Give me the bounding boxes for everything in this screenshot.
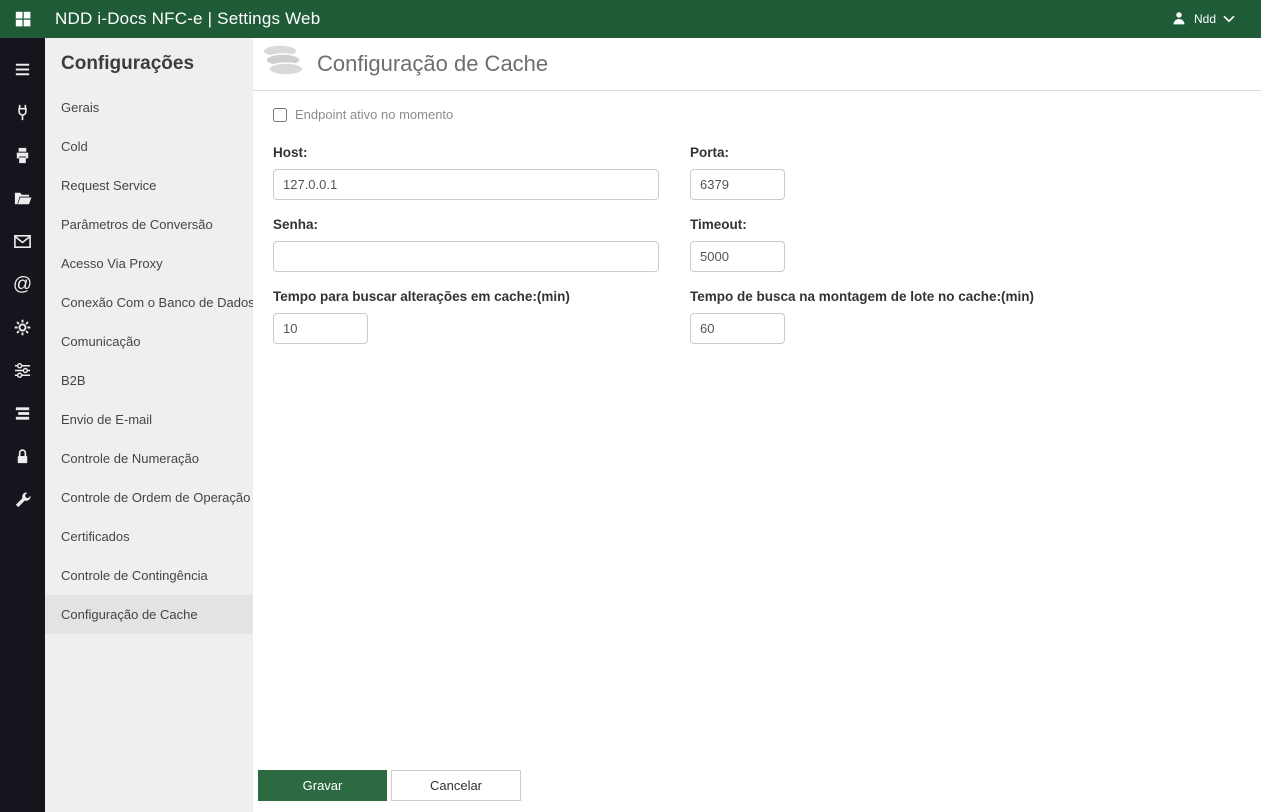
timeout-input[interactable] xyxy=(690,241,785,272)
wrench-icon[interactable] xyxy=(0,478,45,521)
user-name: Ndd xyxy=(1193,12,1216,26)
page-title: Configuração de Cache xyxy=(317,51,549,76)
cache-form: Host: Porta: Senha: Timeout: Tempo para … xyxy=(273,145,1261,361)
icon-rail: @ xyxy=(0,38,45,812)
form-content: Endpoint ativo no momento Host: Porta: S… xyxy=(253,91,1261,361)
tempo-busca-alteracoes-input[interactable] xyxy=(273,313,368,344)
porta-input[interactable] xyxy=(690,169,785,200)
menu-icon[interactable] xyxy=(0,48,45,91)
host-field-group: Host: xyxy=(273,145,690,200)
porta-field-group: Porta: xyxy=(690,145,1261,200)
app-grid-icon[interactable] xyxy=(0,10,45,28)
tempo-busca-alteracoes-field-group: Tempo para buscar alterações em cache:(m… xyxy=(273,289,690,344)
sidebar-item-envio-email[interactable]: Envio de E-mail xyxy=(45,400,253,439)
plug-icon[interactable] xyxy=(0,91,45,134)
endpoint-checkbox-label: Endpoint ativo no momento xyxy=(295,107,454,122)
senha-input[interactable] xyxy=(273,241,659,272)
tempo-busca-lote-field-group: Tempo de busca na montagem de lote no ca… xyxy=(690,289,1261,344)
chevron-down-icon xyxy=(1223,12,1235,26)
endpoint-checkbox-row: Endpoint ativo no momento xyxy=(273,107,1261,122)
tempo-busca-lote-label: Tempo de busca na montagem de lote no ca… xyxy=(690,289,1035,304)
sidebar-item-controle-numeracao[interactable]: Controle de Numeração xyxy=(45,439,253,478)
host-label: Host: xyxy=(273,145,308,160)
gear-icon[interactable] xyxy=(0,306,45,349)
sliders-icon[interactable] xyxy=(0,349,45,392)
main-panel: Configuração de Cache Endpoint ativo no … xyxy=(253,38,1261,812)
form-actions: Gravar Cancelar xyxy=(258,770,521,801)
porta-label: Porta: xyxy=(690,145,730,160)
user-icon xyxy=(1171,10,1187,29)
sidebar-item-b2b[interactable]: B2B xyxy=(45,361,253,400)
app-title: NDD i-Docs NFC-e | Settings Web xyxy=(55,9,321,28)
sidebar-item-parametros-conversao[interactable]: Parâmetros de Conversão xyxy=(45,205,253,244)
timeout-field-group: Timeout: xyxy=(690,217,1261,272)
envelope-icon[interactable] xyxy=(0,220,45,263)
lock-icon[interactable] xyxy=(0,435,45,478)
printer-icon[interactable] xyxy=(0,134,45,177)
sidebar-item-certificados[interactable]: Certificados xyxy=(45,517,253,556)
page-header: Configuração de Cache xyxy=(253,38,1261,91)
at-icon[interactable]: @ xyxy=(0,263,45,306)
cache-database-icon xyxy=(259,42,307,87)
cancel-button[interactable]: Cancelar xyxy=(391,770,521,801)
topbar: NDD i-Docs NFC-e | Settings Web Ndd xyxy=(0,0,1261,38)
senha-field-group: Senha: xyxy=(273,217,690,272)
user-menu[interactable]: Ndd xyxy=(1171,10,1235,29)
stack-icon[interactable] xyxy=(0,392,45,435)
sidebar-item-cold[interactable]: Cold xyxy=(45,127,253,166)
save-button[interactable]: Gravar xyxy=(258,770,387,801)
sidebar-item-controle-contingencia[interactable]: Controle de Contingência xyxy=(45,556,253,595)
senha-label: Senha: xyxy=(273,217,319,232)
tempo-busca-lote-input[interactable] xyxy=(690,313,785,344)
timeout-label: Timeout: xyxy=(690,217,747,232)
sidebar-item-gerais[interactable]: Gerais xyxy=(45,88,253,127)
folder-open-icon[interactable] xyxy=(0,177,45,220)
sidebar-item-conexao-banco-dados[interactable]: Conexão Com o Banco de Dados xyxy=(45,283,255,322)
sidebar-item-configuracao-cache[interactable]: Configuração de Cache xyxy=(45,595,253,634)
sidebar-item-acesso-via-proxy[interactable]: Acesso Via Proxy xyxy=(45,244,253,283)
endpoint-active-checkbox[interactable] xyxy=(273,107,287,122)
sidebar: Configurações Gerais Cold Request Servic… xyxy=(45,38,255,812)
sidebar-title: Configurações xyxy=(61,53,195,74)
sidebar-item-controle-ordem-operacao[interactable]: Controle de Ordem de Operação xyxy=(45,478,253,517)
tempo-busca-alteracoes-label: Tempo para buscar alterações em cache:(m… xyxy=(273,289,570,304)
sidebar-item-comunicacao[interactable]: Comunicação xyxy=(45,322,253,361)
host-input[interactable] xyxy=(273,169,659,200)
sidebar-item-request-service[interactable]: Request Service xyxy=(45,166,253,205)
